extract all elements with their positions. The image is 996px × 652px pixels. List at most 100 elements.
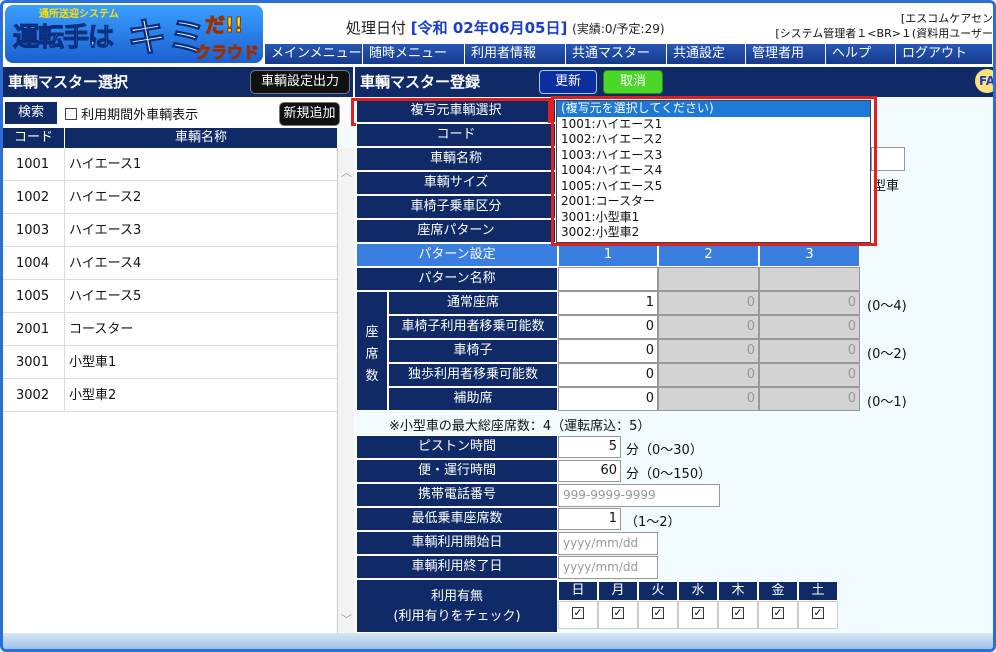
dropdown-option[interactable]: 3001:小型車1 <box>557 210 870 226</box>
seat-row-1-input[interactable]: 0 <box>558 315 658 339</box>
seat-row-label: 独歩利用者移乗可能数 <box>388 363 558 387</box>
main-menu-bar: メインメニュー 随時メニュー 利用者情報 共通マスター 共通設定 管理者用 ヘル… <box>265 44 993 64</box>
day-sun: 日 <box>558 581 598 601</box>
scroll-up-icon[interactable]: ︿ <box>341 164 352 180</box>
pattern-name-1-input[interactable] <box>558 267 658 291</box>
table-row[interactable]: 3002 小型車2 <box>3 379 337 412</box>
seat-row-3-input: 0 <box>759 291 860 315</box>
day-thu: 木 <box>718 581 758 601</box>
day-mon-check[interactable]: ✓ <box>598 601 638 629</box>
update-button[interactable]: 更新 <box>539 70 597 94</box>
out-of-period-label: 利用期間外車輌表示 <box>81 108 199 123</box>
dropdown-option[interactable]: 1001:ハイエース1 <box>557 117 870 133</box>
vehicle-list-scrollbar[interactable]: ︿ ﹀ <box>337 148 354 633</box>
piston-time-input[interactable]: 5 <box>558 436 621 458</box>
user-name: [システム管理者１<BR>１(資料用ユーザー <box>775 27 993 40</box>
min-seat-range: （1〜2） <box>625 515 681 530</box>
seat-row-1-input[interactable]: 1 <box>558 291 658 315</box>
seat-row-label: 車椅子利用者移乗可能数 <box>388 315 558 339</box>
checkbox-icon[interactable]: ✓ <box>612 607 624 619</box>
menu-adhoc[interactable]: 随時メニュー <box>363 44 465 64</box>
end-date-label: 車輌利用終了日 <box>356 555 558 579</box>
day-tue-check[interactable]: ✓ <box>638 601 678 629</box>
phone-label: 携帯電話番号 <box>356 483 558 507</box>
seat-row-3-input: 0 <box>759 387 860 411</box>
day-wed-check[interactable]: ✓ <box>678 601 718 629</box>
dropdown-option[interactable]: 3002:小型車2 <box>557 225 870 241</box>
logo-line4: クラウド <box>194 43 260 63</box>
menu-help[interactable]: ヘルプ <box>826 44 896 64</box>
seat-row-1-input[interactable]: 0 <box>558 387 658 411</box>
out-of-period-toggle[interactable]: 利用期間外車輌表示 <box>65 104 198 123</box>
end-date-input[interactable]: yyyy/mm/dd <box>558 556 658 579</box>
dropdown-option[interactable]: 2001:コースター <box>557 194 870 210</box>
menu-common-master[interactable]: 共通マスター <box>566 44 667 64</box>
user-info: [エスコムケアセン [システム管理者１<BR>１(資料用ユーザー <box>753 11 993 41</box>
row-code: 1003 <box>3 214 65 246</box>
pattern-name-3-input <box>759 267 860 291</box>
trip-time-input[interactable]: 60 <box>558 460 621 482</box>
add-new-button[interactable]: 新規追加 <box>279 102 340 126</box>
min-seat-input[interactable]: 1 <box>558 508 621 530</box>
row-name: ハイエース3 <box>69 223 142 238</box>
copy-source-dropdown[interactable]: (複写元を選択してください) 1001:ハイエース1 1002:ハイエース2 1… <box>556 100 871 243</box>
export-settings-button[interactable]: 車輌設定出力 <box>250 70 350 94</box>
row-name: ハイエース1 <box>69 157 142 172</box>
scroll-down-icon[interactable]: ﹀ <box>341 611 352 627</box>
dropdown-option[interactable]: 1004:ハイエース4 <box>557 163 870 179</box>
checkbox-icon[interactable]: ✓ <box>772 607 784 619</box>
dropdown-option[interactable]: 1003:ハイエース3 <box>557 148 870 164</box>
cancel-button[interactable]: 取消 <box>603 70 663 94</box>
table-row[interactable]: 3001 小型車1 <box>3 346 337 379</box>
start-date-input[interactable]: yyyy/mm/dd <box>558 532 658 555</box>
checkbox-icon[interactable]: ✓ <box>732 607 744 619</box>
table-row[interactable]: 1003 ハイエース3 <box>3 214 337 247</box>
vehicle-list: 1001 ハイエース1 1002 ハイエース2 1003 ハイエース3 1004 ハイエ… <box>3 148 337 633</box>
schedule-counts: (実績:0/予定:29) <box>572 22 665 36</box>
day-sat: 土 <box>798 581 838 601</box>
logo-line1: 運転手は <box>12 23 114 54</box>
col-code: コード <box>3 128 65 148</box>
dropdown-option[interactable]: 1005:ハイエース5 <box>557 179 870 195</box>
day-fri-check[interactable]: ✓ <box>758 601 798 629</box>
app-logo[interactable]: 通所送迎システム 運転手は キミ だ!! クラウド <box>5 5 263 63</box>
menu-admin[interactable]: 管理者用 <box>746 44 826 64</box>
seat-row-1-input[interactable]: 0 <box>558 339 658 363</box>
checkbox-icon[interactable]: ✓ <box>572 607 584 619</box>
checkbox-icon[interactable]: ✓ <box>652 607 664 619</box>
table-row[interactable]: 1004 ハイエース4 <box>3 247 337 280</box>
company-name: [エスコムケアセン <box>900 12 993 25</box>
usage-label-sub: (利用有りをチェック) <box>393 609 521 624</box>
piston-time-unit: 分（0〜30） <box>626 443 703 458</box>
day-thu-check[interactable]: ✓ <box>718 601 758 629</box>
pattern-name-2-input <box>658 267 759 291</box>
table-row[interactable]: 1001 ハイエース1 <box>3 148 337 181</box>
day-sat-check[interactable]: ✓ <box>798 601 838 629</box>
row-name: 小型車2 <box>69 388 117 403</box>
processing-date: 処理日付 [令和 02年06月05日] (実績:0/予定:29) <box>346 17 665 38</box>
seat-row-range: (0〜2) <box>867 347 907 362</box>
menu-logout[interactable]: ログアウト <box>896 44 993 64</box>
checkbox-icon[interactable]: ✓ <box>692 607 704 619</box>
row-code: 1004 <box>3 247 65 279</box>
table-row[interactable]: 2001 コースター <box>3 313 337 346</box>
seat-row-2-input: 0 <box>658 339 759 363</box>
seat-count-group-text: 座席数 <box>365 325 379 384</box>
menu-common-settings[interactable]: 共通設定 <box>667 44 746 64</box>
vehicle-name-label: 車輌名称 <box>356 147 556 171</box>
phone-input[interactable]: 999-9999-9999 <box>558 484 720 507</box>
pattern-col-1: 1 <box>558 243 658 267</box>
dropdown-option[interactable]: (複写元を選択してください) <box>557 101 870 117</box>
fa-icon[interactable]: FA <box>975 69 993 93</box>
app-window: 通所送迎システム 運転手は キミ だ!! クラウド 処理日付 [令和 02年06… <box>0 0 996 652</box>
seat-row-2-input: 0 <box>658 291 759 315</box>
table-row[interactable]: 1002 ハイエース2 <box>3 181 337 214</box>
checkbox-icon[interactable]: ✓ <box>812 607 824 619</box>
menu-client-info[interactable]: 利用者情報 <box>465 44 566 64</box>
out-of-period-checkbox[interactable] <box>65 108 77 120</box>
menu-main[interactable]: メインメニュー <box>265 44 363 64</box>
table-row[interactable]: 1005 ハイエース5 <box>3 280 337 313</box>
dropdown-option[interactable]: 1002:ハイエース2 <box>557 132 870 148</box>
seat-row-1-input[interactable]: 0 <box>558 363 658 387</box>
day-sun-check[interactable]: ✓ <box>558 601 598 629</box>
